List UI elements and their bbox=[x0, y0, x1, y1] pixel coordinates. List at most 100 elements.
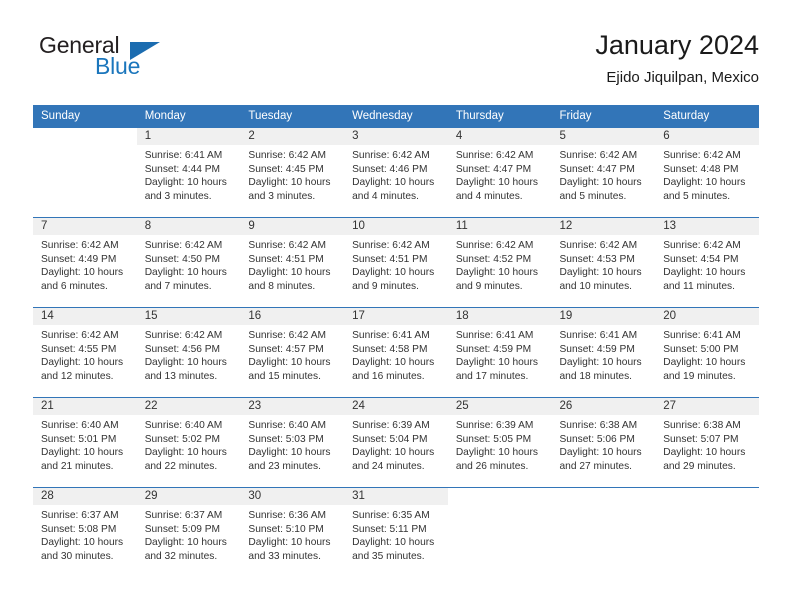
day-number: 22 bbox=[136, 398, 241, 415]
day-number: 30 bbox=[240, 488, 345, 505]
calendar-day-cell[interactable]: 7 Sunrise: 6:42 AM Sunset: 4:49 PM Daylight… bbox=[33, 217, 137, 308]
calendar-day-cell[interactable]: 4 Sunrise: 6:42 AM Sunset: 4:47 PM Daylight… bbox=[447, 128, 552, 218]
calendar-day-cell[interactable] bbox=[33, 128, 137, 218]
day-cell-content: 22 Sunrise: 6:40 AM Sunset: 5:02 PM Dayligh… bbox=[136, 398, 241, 487]
day-number: 19 bbox=[551, 308, 656, 325]
calendar-day-cell[interactable]: 20 Sunrise: 6:41 AM Sunset: 5:00 PM Dayligh… bbox=[655, 307, 759, 398]
day-details: Sunrise: 6:42 AM Sunset: 4:52 PM Daylight:… bbox=[448, 235, 552, 293]
calendar-day-cell[interactable]: 21 Sunrise: 6:40 AM Sunset: 5:01 PM Dayligh… bbox=[33, 397, 137, 488]
day-detail-line: and 15 minutes. bbox=[248, 370, 321, 382]
weekday-header-thursday: Thursday bbox=[447, 105, 552, 128]
day-detail-line: Sunset: 4:55 PM bbox=[41, 343, 117, 355]
day-detail-line: Sunrise: 6:37 AM bbox=[144, 510, 223, 521]
day-details: Sunrise: 6:42 AM Sunset: 4:54 PM Daylight:… bbox=[655, 235, 759, 293]
calendar-day-cell[interactable]: 19 Sunrise: 6:41 AM Sunset: 4:59 PM Dayligh… bbox=[551, 307, 656, 398]
calendar-day-cell[interactable]: 12 Sunrise: 6:42 AM Sunset: 4:53 PM Dayligh… bbox=[551, 217, 656, 308]
calendar-day-cell[interactable]: 30 Sunrise: 6:36 AM Sunset: 5:10 PM Dayligh… bbox=[240, 487, 345, 577]
day-number: 16 bbox=[240, 308, 345, 325]
day-cell-content: 13 Sunrise: 6:42 AM Sunset: 4:54 PM Dayligh… bbox=[655, 218, 759, 307]
calendar-day-cell[interactable]: 1 Sunrise: 6:41 AM Sunset: 4:44 PM Daylight… bbox=[136, 128, 241, 218]
calendar-day-cell[interactable]: 11 Sunrise: 6:42 AM Sunset: 4:52 PM Dayligh… bbox=[447, 217, 552, 308]
general-blue-logo[interactable]: General Blue bbox=[33, 32, 243, 94]
day-detail-line: Daylight: 10 hours bbox=[248, 267, 331, 279]
day-details: Sunrise: 6:42 AM Sunset: 4:47 PM Daylight:… bbox=[552, 145, 656, 203]
calendar-day-cell[interactable] bbox=[655, 487, 759, 577]
day-details bbox=[655, 505, 759, 509]
day-cell-content bbox=[655, 488, 759, 577]
day-detail-line: Sunset: 5:03 PM bbox=[248, 433, 324, 445]
day-detail-line: Sunset: 5:01 PM bbox=[41, 433, 117, 445]
calendar-day-cell[interactable]: 24 Sunrise: 6:39 AM Sunset: 5:04 PM Dayligh… bbox=[344, 397, 448, 488]
calendar-day-cell[interactable]: 18 Sunrise: 6:41 AM Sunset: 4:59 PM Dayligh… bbox=[447, 307, 552, 398]
calendar-day-cell[interactable]: 29 Sunrise: 6:37 AM Sunset: 5:09 PM Dayligh… bbox=[136, 487, 241, 577]
calendar-day-cell[interactable]: 3 Sunrise: 6:42 AM Sunset: 4:46 PM Daylight… bbox=[344, 128, 448, 218]
calendar-day-cell[interactable]: 6 Sunrise: 6:42 AM Sunset: 4:48 PM Daylight… bbox=[655, 128, 759, 218]
day-detail-line: Sunset: 4:53 PM bbox=[559, 253, 635, 265]
day-detail-line: Daylight: 10 hours bbox=[41, 267, 124, 279]
day-details: Sunrise: 6:42 AM Sunset: 4:55 PM Daylight:… bbox=[33, 325, 137, 383]
day-number bbox=[33, 128, 137, 145]
day-detail-line: and 33 minutes. bbox=[248, 550, 321, 562]
day-details: Sunrise: 6:37 AM Sunset: 5:09 PM Daylight:… bbox=[137, 505, 241, 563]
calendar-day-cell[interactable]: 25 Sunrise: 6:39 AM Sunset: 5:05 PM Dayligh… bbox=[447, 397, 552, 488]
day-detail-line: Sunrise: 6:42 AM bbox=[248, 330, 326, 341]
day-cell-content: 29 Sunrise: 6:37 AM Sunset: 5:09 PM Dayligh… bbox=[136, 488, 241, 577]
day-detail-line: Daylight: 10 hours bbox=[352, 447, 435, 459]
day-details: Sunrise: 6:40 AM Sunset: 5:01 PM Daylight:… bbox=[33, 415, 137, 473]
calendar-day-cell[interactable]: 2 Sunrise: 6:42 AM Sunset: 4:45 PM Daylight… bbox=[240, 128, 345, 218]
day-detail-line: Daylight: 10 hours bbox=[352, 537, 435, 549]
calendar-day-cell[interactable]: 9 Sunrise: 6:42 AM Sunset: 4:51 PM Daylight… bbox=[240, 217, 345, 308]
calendar-day-cell[interactable]: 23 Sunrise: 6:40 AM Sunset: 5:03 PM Dayligh… bbox=[240, 397, 345, 488]
calendar-day-cell[interactable]: 31 Sunrise: 6:35 AM Sunset: 5:11 PM Dayligh… bbox=[344, 487, 448, 577]
calendar-day-cell[interactable] bbox=[551, 487, 656, 577]
calendar-day-cell[interactable]: 26 Sunrise: 6:38 AM Sunset: 5:06 PM Dayligh… bbox=[551, 397, 656, 488]
calendar-day-cell[interactable] bbox=[447, 487, 552, 577]
day-details: Sunrise: 6:41 AM Sunset: 4:59 PM Daylight:… bbox=[552, 325, 656, 383]
day-detail-line: Daylight: 10 hours bbox=[559, 267, 642, 279]
day-detail-line: Daylight: 10 hours bbox=[248, 357, 331, 369]
day-detail-line: Daylight: 10 hours bbox=[559, 357, 642, 369]
day-number: 29 bbox=[136, 488, 241, 505]
day-cell-content: 16 Sunrise: 6:42 AM Sunset: 4:57 PM Dayligh… bbox=[240, 308, 345, 397]
calendar-day-cell[interactable]: 10 Sunrise: 6:42 AM Sunset: 4:51 PM Dayligh… bbox=[344, 217, 448, 308]
day-detail-line: Daylight: 10 hours bbox=[663, 357, 746, 369]
day-detail-line: Sunset: 4:50 PM bbox=[144, 253, 221, 265]
calendar-day-cell[interactable]: 5 Sunrise: 6:42 AM Sunset: 4:47 PM Daylight… bbox=[551, 128, 656, 218]
day-detail-line: and 32 minutes. bbox=[144, 550, 218, 562]
calendar-day-cell[interactable]: 15 Sunrise: 6:42 AM Sunset: 4:56 PM Dayligh… bbox=[136, 307, 241, 398]
day-detail-line: Sunrise: 6:38 AM bbox=[663, 420, 741, 431]
calendar-day-cell[interactable]: 22 Sunrise: 6:40 AM Sunset: 5:02 PM Dayligh… bbox=[136, 397, 241, 488]
day-detail-line: Daylight: 10 hours bbox=[352, 357, 435, 369]
day-cell-content: 8 Sunrise: 6:42 AM Sunset: 4:50 PM Daylight… bbox=[136, 218, 241, 307]
day-cell-content: 10 Sunrise: 6:42 AM Sunset: 4:51 PM Dayligh… bbox=[344, 218, 448, 307]
day-number: 17 bbox=[344, 308, 448, 325]
calendar-page: General Blue January 2024 Ejido Jiquilpa… bbox=[0, 0, 792, 612]
day-detail-line: and 30 minutes. bbox=[41, 550, 114, 562]
day-detail-line: and 9 minutes. bbox=[352, 280, 419, 292]
day-details: Sunrise: 6:42 AM Sunset: 4:51 PM Daylight:… bbox=[240, 235, 344, 293]
calendar-head: Sunday Monday Tuesday Wednesday Thursday Frid… bbox=[33, 105, 759, 128]
day-detail-line: Daylight: 10 hours bbox=[352, 177, 435, 189]
day-detail-line: Sunset: 4:45 PM bbox=[248, 163, 324, 175]
calendar-day-cell[interactable]: 27 Sunrise: 6:38 AM Sunset: 5:07 PM Dayligh… bbox=[655, 397, 759, 488]
calendar-day-cell[interactable]: 13 Sunrise: 6:42 AM Sunset: 4:54 PM Dayligh… bbox=[655, 217, 759, 308]
calendar-week-row: 21 Sunrise: 6:40 AM Sunset: 5:01 PM Dayligh… bbox=[33, 397, 759, 488]
calendar-day-cell[interactable]: 16 Sunrise: 6:42 AM Sunset: 4:57 PM Dayligh… bbox=[240, 307, 345, 398]
day-detail-line: Daylight: 10 hours bbox=[41, 447, 124, 459]
day-number: 25 bbox=[447, 398, 552, 415]
day-cell-content bbox=[552, 488, 656, 577]
weekday-header-monday: Monday bbox=[136, 105, 241, 128]
day-cell-content: 3 Sunrise: 6:42 AM Sunset: 4:46 PM Daylight… bbox=[344, 128, 448, 217]
day-detail-line: Sunset: 5:06 PM bbox=[559, 433, 635, 445]
day-detail-line: Sunrise: 6:42 AM bbox=[248, 240, 326, 251]
day-detail-line: Sunrise: 6:42 AM bbox=[248, 150, 326, 161]
calendar-day-cell[interactable]: 17 Sunrise: 6:41 AM Sunset: 4:58 PM Dayligh… bbox=[344, 307, 448, 398]
day-cell-content: 15 Sunrise: 6:42 AM Sunset: 4:56 PM Dayligh… bbox=[136, 308, 241, 397]
calendar-table: Sunday Monday Tuesday Wednesday Thursday Frid… bbox=[33, 105, 759, 577]
day-cell-content: 12 Sunrise: 6:42 AM Sunset: 4:53 PM Dayligh… bbox=[551, 218, 656, 307]
calendar-day-cell[interactable]: 14 Sunrise: 6:42 AM Sunset: 4:55 PM Dayligh… bbox=[33, 307, 137, 398]
day-number: 26 bbox=[551, 398, 656, 415]
day-cell-content: 11 Sunrise: 6:42 AM Sunset: 4:52 PM Dayligh… bbox=[447, 218, 552, 307]
calendar-day-cell[interactable]: 28 Sunrise: 6:37 AM Sunset: 5:08 PM Dayligh… bbox=[33, 487, 137, 577]
calendar-day-cell[interactable]: 8 Sunrise: 6:42 AM Sunset: 4:50 PM Daylight… bbox=[136, 217, 241, 308]
